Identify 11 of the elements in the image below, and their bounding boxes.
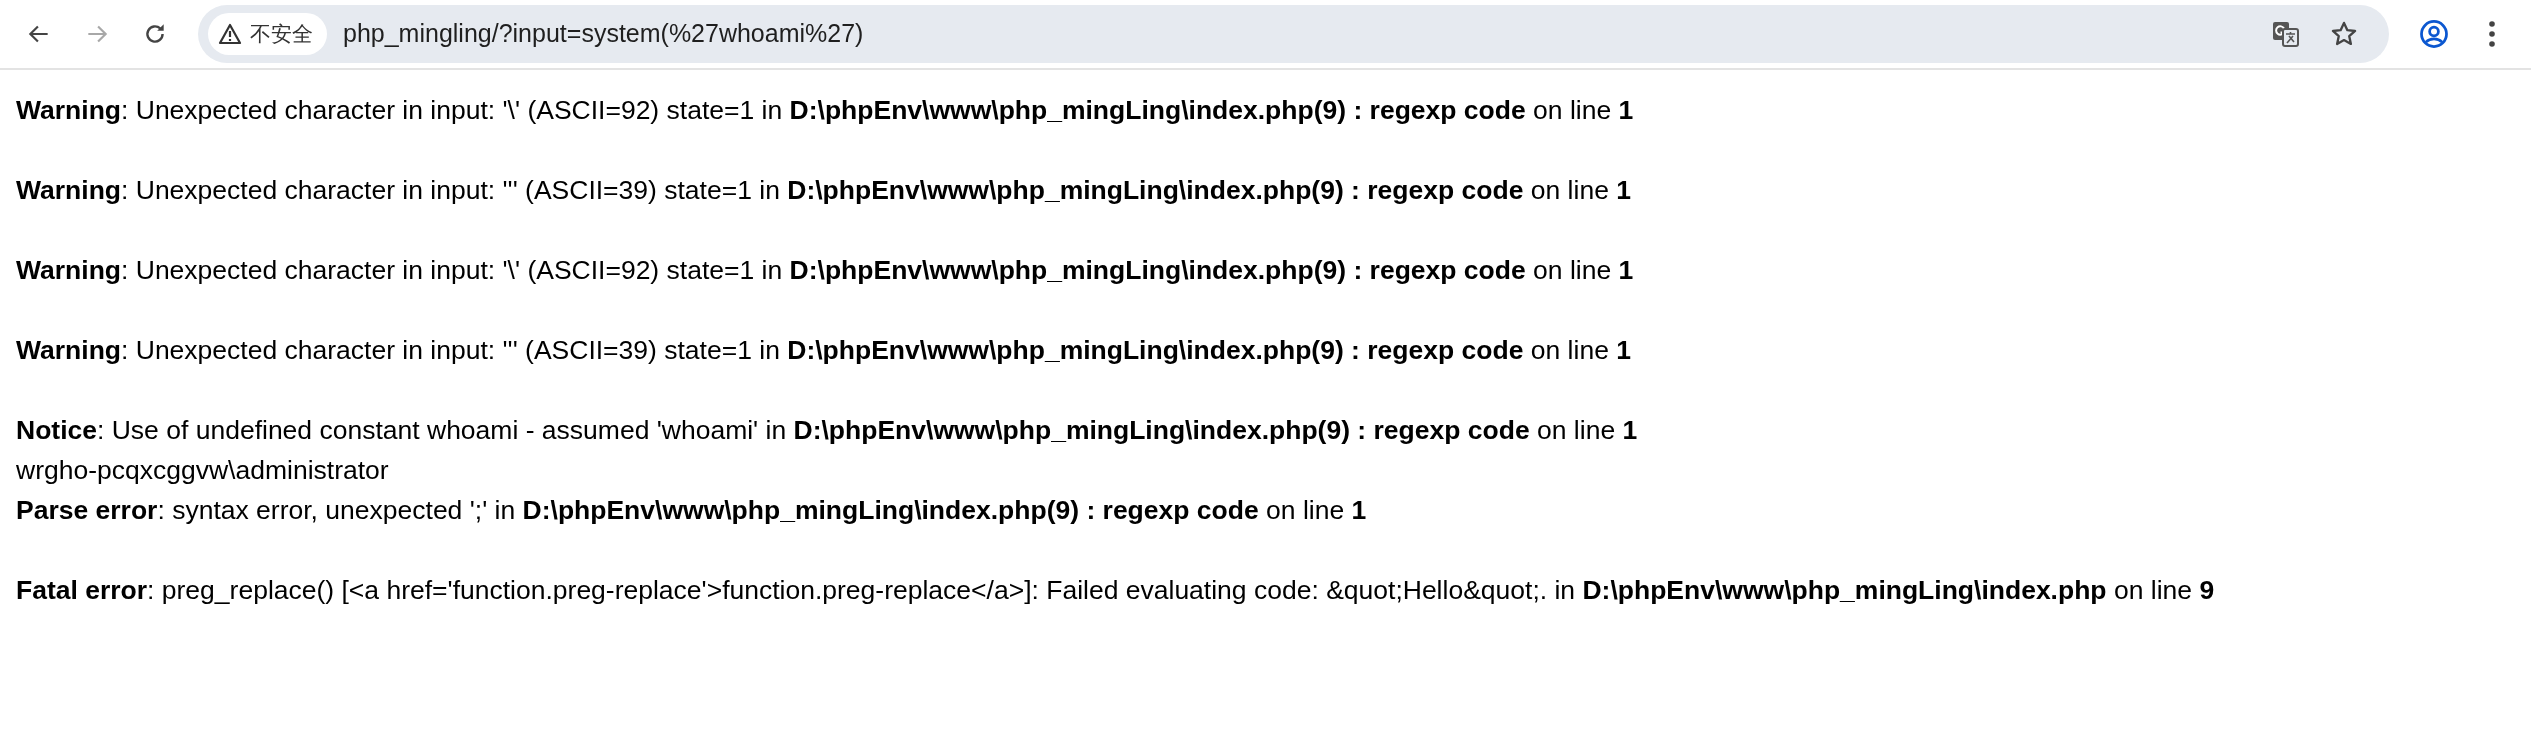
warning-icon: [218, 23, 242, 45]
error-message: Warning: Unexpected character in input: ''' (ASCII=39) state=1 in D:\phpEnv\www\php_mingLing\index.php(9) : regexp code on line 1: [16, 334, 1632, 367]
error-message: Warning: Unexpected character in input: '\' (ASCII=92) state=1 in D:\phpEnv\www\php_mingLing\index.php(9) : regexp code on line 1: [16, 94, 1635, 127]
error-message: Warning: Unexpected character in input: ''' (ASCII=39) state=1 in D:\phpEnv\www\php_mingLing\index.php(9) : regexp code on line 1: [16, 174, 1632, 207]
error-message: Parse error: syntax error, unexpected ';' in D:\phpEnv\www\php_mingLing\index.php(9) : regexp code on line 1: [16, 494, 1368, 527]
security-chip[interactable]: 不安全: [208, 13, 327, 55]
error-message: Warning: Unexpected character in input: '\' (ASCII=92) state=1 in D:\phpEnv\www\php_mingLing\index.php(9) : regexp code on line 1: [16, 254, 1635, 287]
address-url[interactable]: php_mingling/?input=system(%27whoami%27): [343, 15, 2261, 53]
error-message: Fatal error: preg_replace() [<a href='function.preg-replace'>function.preg-replace</a>]: Failed evaluating code: &quot;Hello&quot;. in D:\phpEnv\www\php_mingLing\index.php on line 9: [16, 574, 2216, 607]
error-message: Notice: Use of undefined constant whoami - assumed 'whoami' in D:\phpEnv\www\php_mingLing\index.php(9) : regexp code on line 1: [16, 414, 1639, 447]
command-output: wrgho-pcqxcggvw\administrator: [16, 454, 390, 487]
